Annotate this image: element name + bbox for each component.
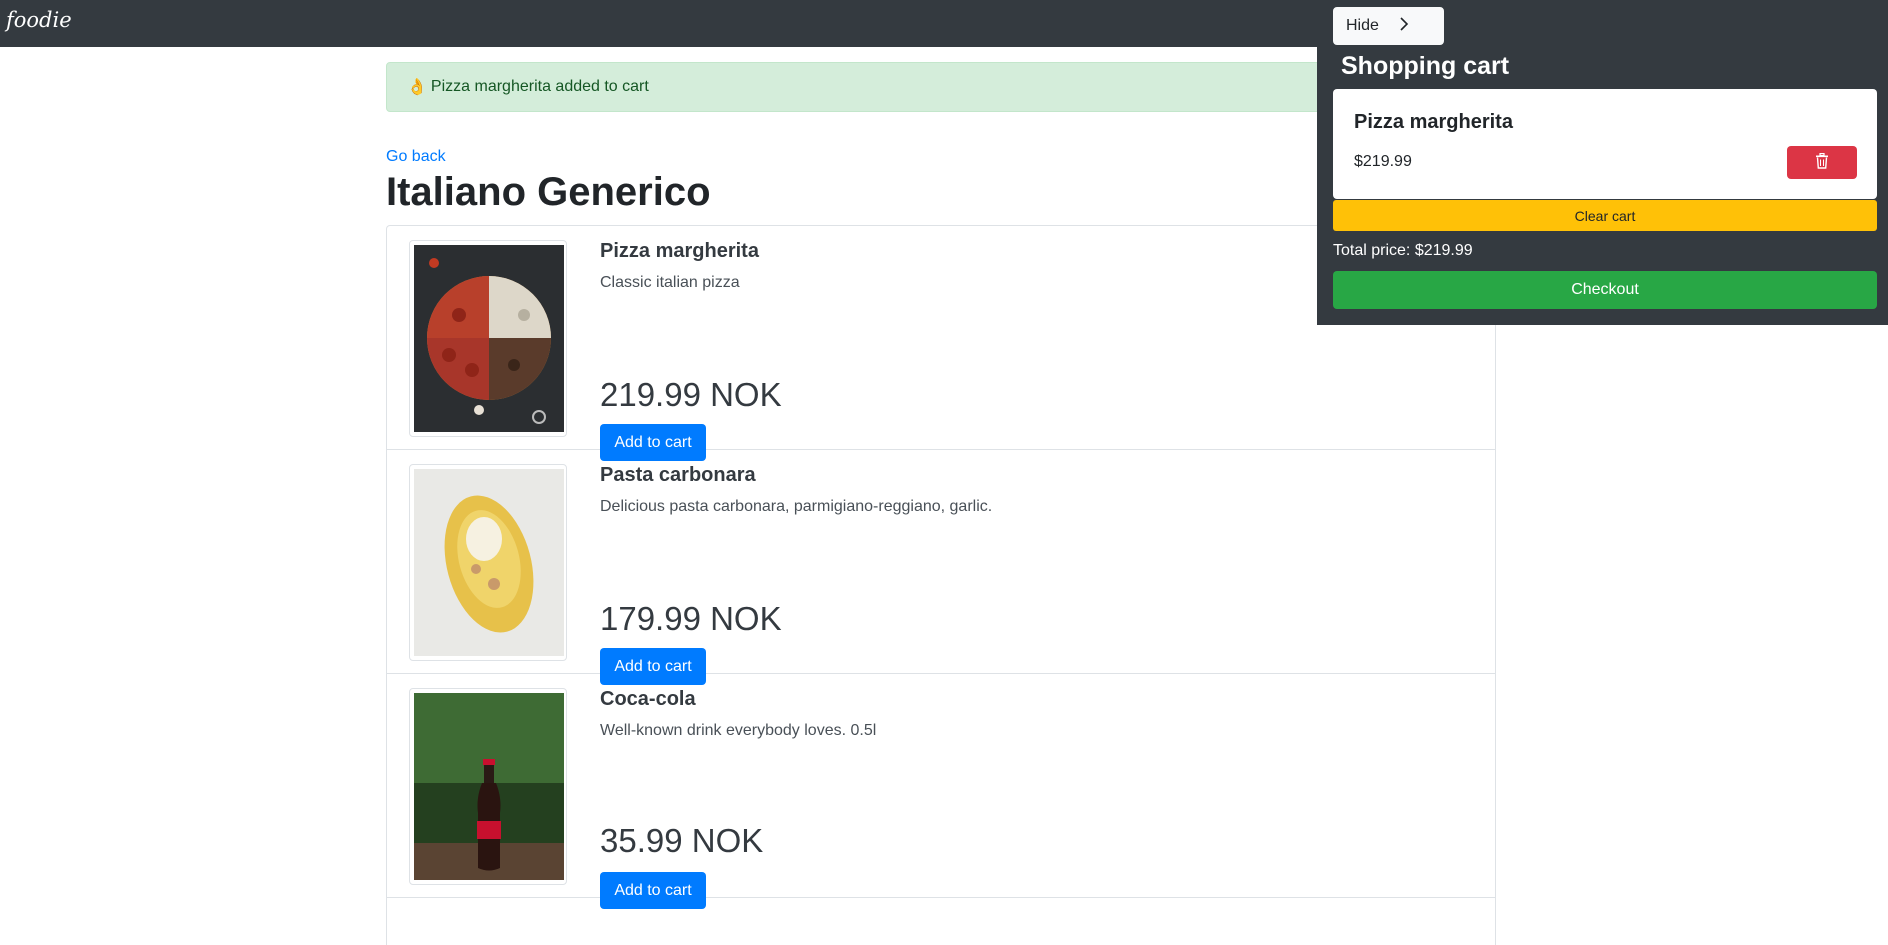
brand-logo[interactable]: foodie — [6, 8, 72, 32]
product-name: Pasta carbonara — [600, 464, 756, 486]
hide-label: Hide — [1346, 17, 1379, 34]
total-price: Total price: $219.99 — [1333, 242, 1473, 259]
product-list: Pizza margherita Classic italian pizza 2… — [386, 225, 1496, 945]
alert-text: Pizza margherita added to cart — [430, 78, 649, 95]
product-name: Pizza margherita — [600, 240, 759, 262]
product-price: 219.99 NOK — [600, 376, 782, 413]
checkout-button[interactable]: Checkout — [1333, 271, 1877, 309]
cart-title: Shopping cart — [1341, 52, 1510, 80]
list-item: Coca-cola Well-known drink everybody lov… — [387, 674, 1495, 909]
product-price: 179.99 NOK — [600, 600, 782, 637]
shopping-cart-panel: Hide Shopping cart Pizza margherita $219… — [1317, 0, 1888, 325]
restaurant-title: Italiano Generico — [386, 170, 711, 214]
clear-cart-button[interactable]: Clear cart — [1333, 200, 1877, 231]
product-image-pasta — [409, 464, 567, 661]
product-image-coca-cola — [409, 688, 567, 885]
hand-icon: 👌 — [407, 79, 427, 96]
add-to-cart-button[interactable]: Add to cart — [600, 872, 706, 909]
product-description: Well-known drink everybody loves. 0.5l — [600, 722, 877, 739]
go-back-link[interactable]: Go back — [386, 148, 446, 166]
hide-cart-button[interactable]: Hide — [1333, 7, 1444, 45]
trash-icon — [1815, 152, 1829, 172]
cart-item-name: Pizza margherita — [1354, 111, 1513, 133]
list-item: Pasta carbonara Delicious pasta carbonar… — [387, 450, 1495, 685]
remove-item-button[interactable] — [1787, 146, 1857, 179]
cart-item: Pizza margherita $219.99 — [1333, 89, 1877, 199]
product-image-pizza — [409, 240, 567, 437]
product-description: Delicious pasta carbonara, parmigiano-re… — [600, 498, 993, 515]
cart-item-price: $219.99 — [1354, 153, 1412, 170]
chevron-right-icon — [1399, 16, 1409, 36]
product-price: 35.99 NOK — [600, 822, 764, 859]
product-name: Coca-cola — [600, 688, 696, 710]
product-description: Classic italian pizza — [600, 274, 740, 291]
